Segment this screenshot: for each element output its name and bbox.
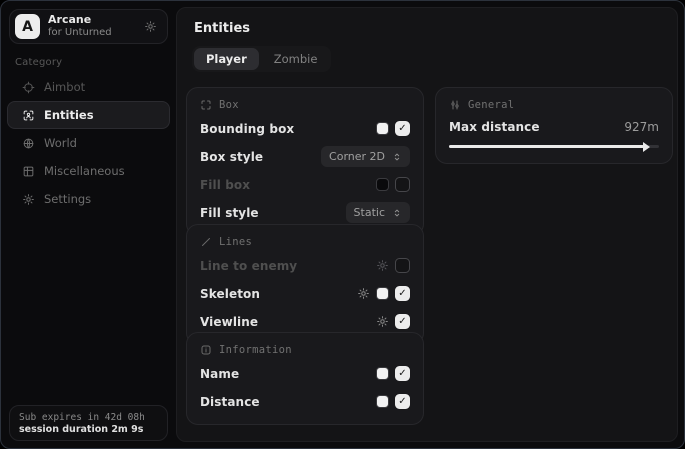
globe-icon: [22, 137, 35, 150]
category-label: Category: [15, 57, 62, 68]
lines-section-title: Lines: [219, 236, 252, 248]
app-window: A Arcane for Unturned Category A: [0, 0, 685, 449]
fill-box-label: Fill box: [200, 178, 250, 192]
brand-name: Arcane: [48, 14, 136, 27]
viewline-checkbox[interactable]: [395, 314, 410, 329]
max-distance-row: Max distance 927m: [449, 119, 659, 135]
diagonal-line-icon: [200, 236, 212, 248]
sidebar-item-label: Entities: [44, 108, 94, 122]
sidebar-item-miscellaneous[interactable]: Miscellaneous: [7, 157, 170, 185]
viewline-label: Viewline: [200, 315, 258, 329]
information-section-header: Information: [200, 344, 410, 356]
name-color-swatch[interactable]: [376, 367, 389, 380]
sidebar-item-label: World: [44, 136, 77, 150]
name-checkbox[interactable]: [395, 366, 410, 381]
fill-style-dropdown[interactable]: Static: [346, 202, 410, 223]
lines-section-header: Lines: [200, 236, 410, 248]
sidebar: A Arcane for Unturned Category A: [1, 1, 176, 448]
skeleton-color-swatch[interactable]: [376, 287, 389, 300]
crosshair-icon: [22, 81, 35, 94]
tab-zombie[interactable]: Zombie: [262, 48, 330, 70]
sidebar-item-label: Settings: [44, 192, 91, 206]
box-style-row: Box style Corner 2D: [200, 146, 410, 167]
main-panel: Entities Player Zombie Box Bounding box: [176, 7, 678, 442]
line-to-enemy-checkbox[interactable]: [395, 258, 410, 273]
scan-box-icon: [200, 99, 212, 111]
fill-style-row: Fill style Static: [200, 202, 410, 223]
lines-card: Lines Line to enemy Skeleton: [186, 224, 424, 345]
max-distance-label: Max distance: [449, 120, 540, 134]
line-to-enemy-row: Line to enemy: [200, 255, 410, 276]
bounding-box-color-swatch[interactable]: [376, 122, 389, 135]
fill-style-label: Fill style: [200, 206, 259, 220]
viewline-settings-icon[interactable]: [376, 315, 389, 328]
page-title: Entities: [194, 21, 250, 36]
skeleton-row: Skeleton: [200, 283, 410, 304]
viewline-row: Viewline: [200, 311, 410, 332]
box-section-title: Box: [219, 99, 239, 111]
information-card: Information Name Distance: [186, 332, 424, 425]
skeleton-label: Skeleton: [200, 287, 260, 301]
max-distance-slider[interactable]: [449, 142, 659, 151]
distance-row: Distance: [200, 391, 410, 412]
bounding-box-row: Bounding box: [200, 118, 410, 139]
brand-subtitle: for Unturned: [48, 27, 136, 39]
gear-icon: [22, 193, 35, 206]
bounding-box-checkbox[interactable]: [395, 121, 410, 136]
brand-card: A Arcane for Unturned: [9, 9, 168, 44]
general-card: General Max distance 927m: [435, 87, 673, 164]
max-distance-value: 927m: [624, 120, 659, 134]
brand-settings-icon[interactable]: [144, 20, 157, 33]
general-section-header: General: [449, 99, 659, 111]
brand-text: Arcane for Unturned: [48, 14, 136, 38]
information-section-title: Information: [219, 344, 292, 356]
box-style-dropdown[interactable]: Corner 2D: [321, 146, 410, 167]
subscription-card: Sub expires in 42d 08h session duration …: [9, 405, 168, 441]
sidebar-item-label: Aimbot: [44, 80, 85, 94]
distance-label: Distance: [200, 395, 260, 409]
skeleton-settings-icon[interactable]: [357, 287, 370, 300]
distance-checkbox[interactable]: [395, 394, 410, 409]
fill-box-color-swatch[interactable]: [376, 178, 389, 191]
bounding-box-label: Bounding box: [200, 122, 294, 136]
box-card: Box Bounding box Box style Corner 2D: [186, 87, 424, 236]
fill-box-checkbox[interactable]: [395, 177, 410, 192]
info-icon: [200, 344, 212, 356]
line-to-enemy-label: Line to enemy: [200, 259, 297, 273]
brand-logo: A: [15, 14, 40, 39]
entity-tabs: Player Zombie: [192, 46, 331, 72]
box-section-header: Box: [200, 99, 410, 111]
scan-person-icon: [22, 109, 35, 122]
name-label: Name: [200, 367, 239, 381]
box-style-value: Corner 2D: [329, 150, 385, 163]
fill-style-value: Static: [354, 206, 385, 219]
box-style-label: Box style: [200, 150, 263, 164]
sidebar-item-settings[interactable]: Settings: [7, 185, 170, 213]
name-row: Name: [200, 363, 410, 384]
grid-icon: [22, 165, 35, 178]
sidebar-item-world[interactable]: World: [7, 129, 170, 157]
slider-track: [449, 145, 659, 148]
skeleton-checkbox[interactable]: [395, 286, 410, 301]
sidebar-item-entities[interactable]: Entities: [7, 101, 170, 129]
sliders-icon: [449, 99, 461, 111]
slider-fill[interactable]: [449, 145, 644, 148]
session-duration: session duration 2m 9s: [19, 424, 158, 435]
line-to-enemy-settings-icon[interactable]: [376, 259, 389, 272]
distance-color-swatch[interactable]: [376, 395, 389, 408]
chevrons-up-down-icon: [392, 152, 402, 162]
fill-box-row: Fill box: [200, 174, 410, 195]
subscription-expiry: Sub expires in 42d 08h: [19, 412, 158, 423]
tab-player[interactable]: Player: [194, 48, 259, 70]
sidebar-nav: Aimbot Entities World: [1, 73, 176, 213]
sidebar-item-label: Miscellaneous: [44, 164, 125, 178]
chevrons-up-down-icon: [392, 208, 402, 218]
sidebar-item-aimbot[interactable]: Aimbot: [7, 73, 170, 101]
general-section-title: General: [468, 99, 514, 111]
